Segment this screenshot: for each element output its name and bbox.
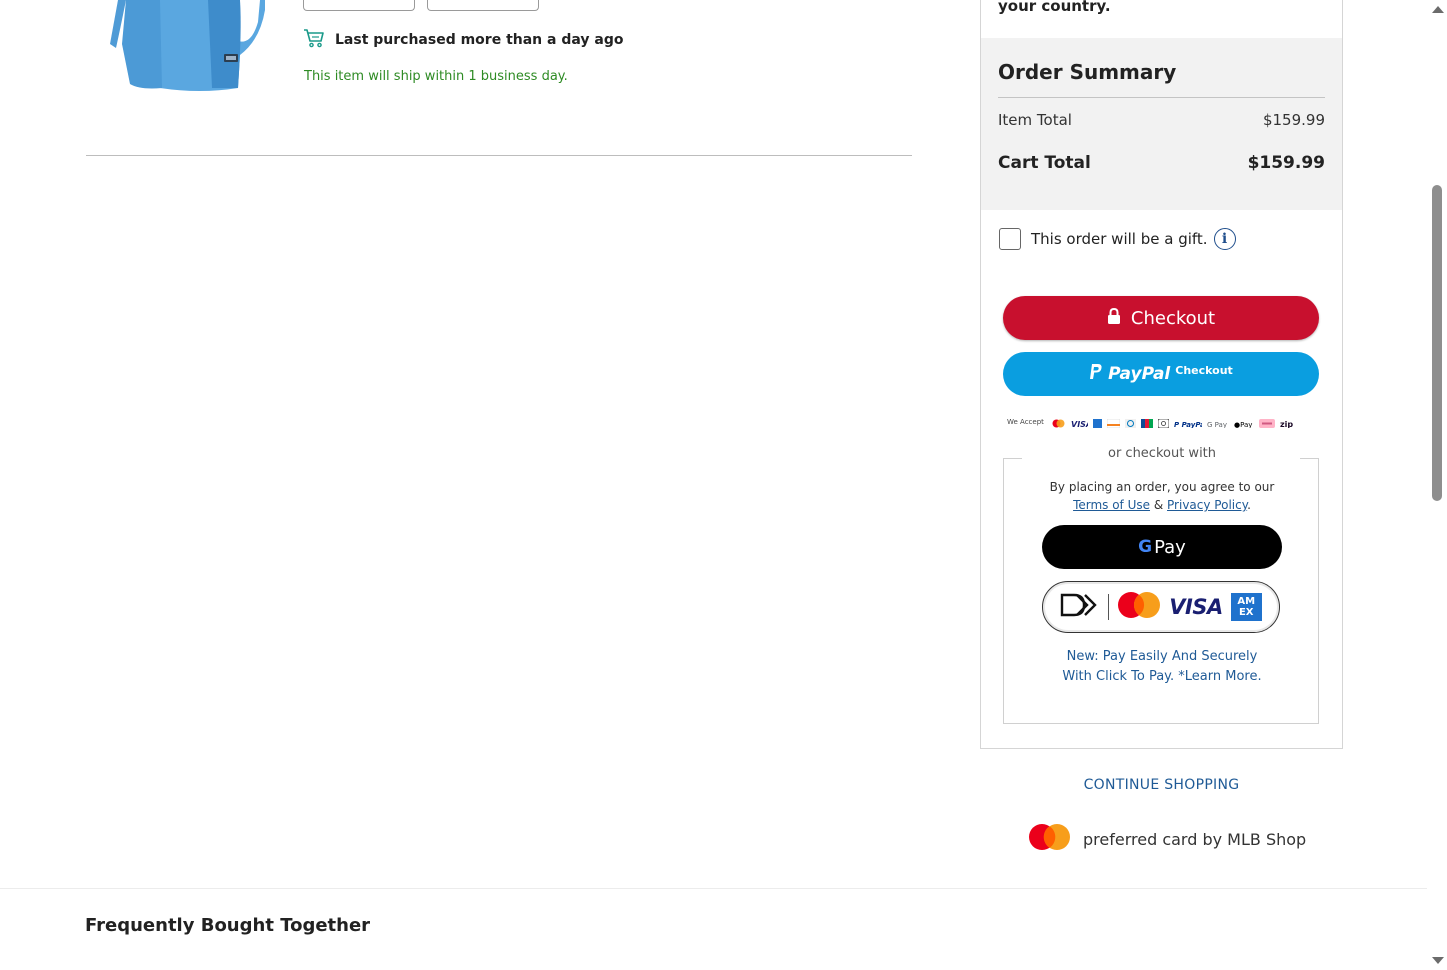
apple-pay-small-icon: ●Pay [1234, 413, 1254, 432]
frequently-bought-together-heading: Frequently Bought Together [85, 915, 371, 936]
remove-button-bottom[interactable] [427, 0, 539, 11]
agreement-text: By placing an order, you agree to our Te… [1004, 478, 1320, 514]
checkout-label: Checkout [1130, 307, 1216, 329]
svg-text:zip: zip [1280, 420, 1293, 428]
we-accept-label: We Accept [1007, 418, 1044, 426]
mastercard-icon [1028, 823, 1071, 855]
paypal-wordmark: PayPal [1108, 364, 1171, 384]
visa-logo: VISA [1169, 595, 1223, 619]
paypal-icon [1089, 363, 1103, 386]
google-pay-label: Pay [1154, 536, 1186, 558]
scroll-up-arrow-icon[interactable] [1432, 6, 1444, 13]
discover-icon [1106, 413, 1121, 432]
terms-of-use-link[interactable]: Terms of Use [1073, 498, 1150, 512]
alt-checkout-legend: or checkout with [1107, 446, 1217, 461]
google-pay-small-icon: G Pay [1207, 413, 1229, 432]
quantity-select-bottom[interactable] [303, 0, 415, 11]
agreement-period: . [1247, 498, 1251, 512]
summary-divider [998, 97, 1325, 98]
unionpay-icon [1157, 413, 1170, 432]
scrollbar-thumb[interactable] [1432, 185, 1442, 501]
visa-icon: VISA [1069, 413, 1092, 432]
product-image[interactable] [90, 0, 265, 92]
item-total-row: Item Total $159.99 [998, 111, 1325, 129]
order-summary-panel: Order Summary Item Total $159.99 Cart To… [981, 38, 1342, 210]
agreement-prefix: By placing an order, you agree to our [1049, 480, 1275, 494]
google-pay-button[interactable]: G Pay [1042, 525, 1282, 569]
cart-total-row: Cart Total $159.99 [998, 153, 1325, 173]
gift-label[interactable]: This order will be a gift. [1031, 230, 1208, 248]
paypal-small-icon: P PayPal [1174, 413, 1208, 432]
paypal-checkout-label: Checkout [1175, 363, 1233, 377]
mastercard-logo-icon [1117, 591, 1161, 623]
google-g-icon: G [1138, 537, 1153, 557]
accepted-payments: We Accept VISA P PayPal G Pay ●Pay zip [1007, 416, 1319, 429]
click-to-pay-learn-more-link[interactable]: New: Pay Easily And Securely With Click … [1054, 647, 1270, 687]
privacy-policy-link[interactable]: Privacy Policy [1167, 498, 1247, 512]
order-summary-card: your country. Order Summary Item Total $… [980, 0, 1343, 749]
click-to-pay-icon [1060, 592, 1100, 622]
continue-shopping-link[interactable]: CONTINUE SHOPPING [980, 777, 1343, 793]
lock-icon [1107, 307, 1121, 329]
paypal-checkout-button[interactable]: PayPal Checkout [1003, 352, 1319, 396]
shipping-note: This item will ship within 1 business da… [304, 69, 568, 84]
cart-total-label: Cart Total [998, 153, 1091, 173]
svg-text:●Pay: ●Pay [1234, 421, 1252, 428]
svg-text:G Pay: G Pay [1207, 421, 1227, 428]
scroll-down-arrow-icon[interactable] [1432, 957, 1444, 964]
svg-text:P PayPal: P PayPal [1174, 421, 1202, 428]
preferred-card-text: preferred card by MLB Shop [1083, 829, 1307, 849]
section-divider [0, 888, 1427, 889]
mastercard-icon [1052, 413, 1065, 432]
purchase-activity-text: Last purchased more than a day ago [335, 32, 624, 48]
klarna-icon [1258, 413, 1275, 432]
diners-icon [1124, 413, 1136, 432]
item-total-value: $159.99 [1262, 111, 1325, 129]
gift-checkbox[interactable] [999, 228, 1021, 250]
agreement-and: & [1153, 498, 1164, 512]
cart-divider [86, 155, 912, 156]
zip-icon: zip [1280, 413, 1304, 432]
purchase-activity: Last purchased more than a day ago [303, 28, 623, 52]
info-icon[interactable]: i [1213, 228, 1236, 250]
item-total-label: Item Total [998, 111, 1072, 129]
click-to-pay-button[interactable]: VISA AM EX [1042, 581, 1280, 633]
svg-text:VISA: VISA [1071, 420, 1088, 428]
order-summary-title: Order Summary [998, 60, 1177, 84]
country-note: your country. [998, 0, 1111, 15]
cart-total-value: $159.99 [1247, 153, 1325, 173]
preferred-card-banner[interactable]: preferred card by MLB Shop [1028, 823, 1306, 855]
alternative-checkout-box: or checkout with By placing an order, yo… [1003, 446, 1320, 724]
jcb-icon [1140, 413, 1153, 432]
cart-icon [303, 28, 325, 52]
amex-icon [1092, 413, 1102, 432]
amex-logo-icon: AM EX [1230, 593, 1262, 621]
checkout-button[interactable]: Checkout [1003, 296, 1319, 340]
page-scrollbar[interactable] [1428, 0, 1447, 970]
gift-option: This order will be a gift. i [999, 228, 1236, 250]
